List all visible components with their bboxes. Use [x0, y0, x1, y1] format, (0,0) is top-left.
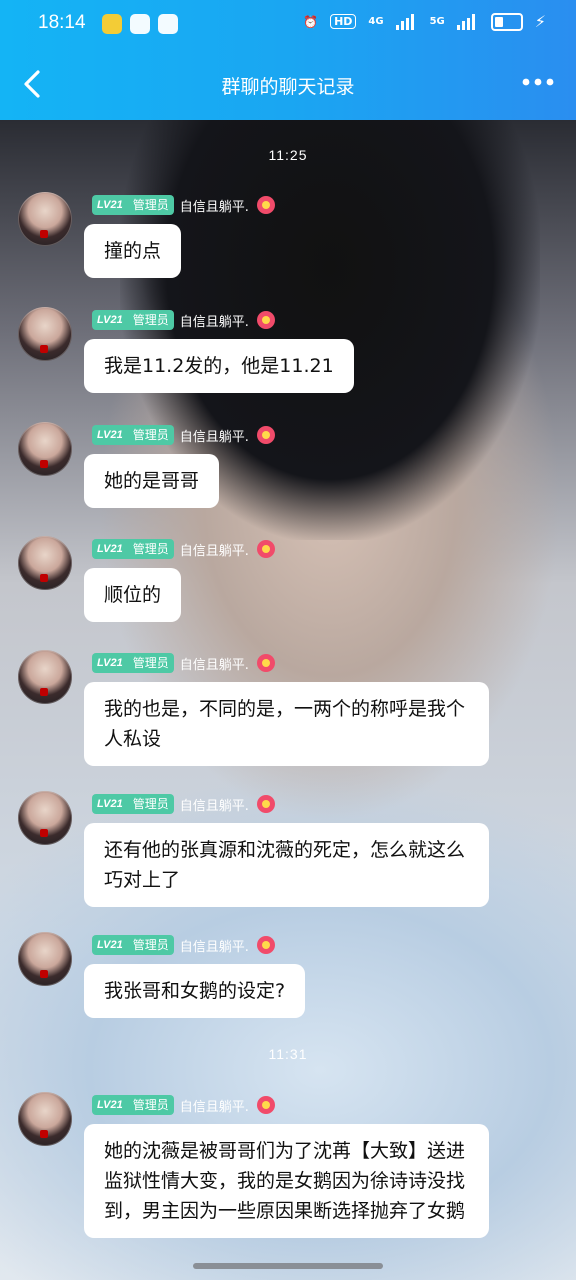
flower-icon [256, 426, 275, 444]
avatar[interactable] [18, 422, 72, 476]
message-bubble[interactable]: 我是11.2发的，他是11.21 [84, 339, 354, 393]
avatar[interactable] [18, 192, 72, 246]
sender-nickname[interactable]: 自信且躺平. [180, 936, 249, 955]
chat-timestamp: 11:25 [268, 147, 308, 163]
status-indicators: ⏰ HD 4G 5G ⚡ [303, 12, 546, 31]
sender-nickname[interactable]: 自信且躺平. [180, 196, 249, 215]
sender-meta: LV21 管理员 自信且躺平. [92, 194, 275, 216]
level-badge: LV21 [92, 425, 128, 445]
title-bar: 群聊的聊天记录 [0, 52, 576, 118]
flower-icon [256, 196, 275, 214]
sender-meta: LV21 管理员 自信且躺平. [92, 652, 275, 674]
admin-badge: 管理员 [127, 1095, 174, 1115]
avatar[interactable] [18, 650, 72, 704]
status-bar: 18:14 ⏰ HD 4G 5G ⚡ [0, 0, 576, 52]
avatar[interactable] [18, 307, 72, 361]
sender-meta: LV21 管理员 自信且躺平. [92, 309, 275, 331]
level-badge: LV21 [92, 794, 128, 814]
flower-icon [256, 311, 275, 329]
battery-icon [490, 12, 523, 31]
signal-5g-icon [456, 13, 479, 30]
home-indicator[interactable] [193, 1263, 383, 1269]
admin-badge: 管理员 [127, 935, 174, 955]
flower-icon [256, 795, 275, 813]
more-options-icon[interactable] [520, 70, 556, 94]
level-badge: LV21 [92, 195, 128, 215]
network-5g-label: 5G [429, 16, 445, 27]
network-4g-label: 4G [368, 16, 384, 27]
chat-timestamp: 11:31 [268, 1046, 308, 1062]
flower-icon [256, 654, 275, 672]
flower-icon [256, 936, 275, 954]
sender-nickname[interactable]: 自信且躺平. [180, 426, 249, 445]
level-badge: LV21 [92, 935, 128, 955]
message-bubble[interactable]: 我张哥和女鹅的设定? [84, 964, 306, 1018]
chat-history[interactable]: 11:25 LV21 管理员 自信且躺平. 撞的点 LV21 管理员 自信且躺平… [0, 120, 576, 1280]
sender-meta: LV21 管理员 自信且躺平. [92, 538, 275, 560]
app-notification-icon [102, 14, 122, 34]
sender-nickname[interactable]: 自信且躺平. [180, 654, 249, 673]
admin-badge: 管理员 [127, 195, 174, 215]
top-bar: 18:14 ⏰ HD 4G 5G ⚡ 群聊的聊天记录 [0, 0, 576, 120]
message-bubble[interactable]: 撞的点 [84, 224, 182, 278]
hd-badge: HD [330, 14, 357, 29]
app-icon [158, 14, 178, 34]
avatar[interactable] [18, 1092, 72, 1146]
admin-badge: 管理员 [127, 539, 174, 559]
status-time: 18:14 [38, 12, 86, 33]
sender-meta: LV21 管理员 自信且躺平. [92, 1094, 275, 1116]
avatar[interactable] [18, 932, 72, 986]
charging-icon: ⚡ [534, 12, 546, 31]
sender-meta: LV21 管理员 自信且躺平. [92, 793, 275, 815]
signal-4g-icon [395, 13, 418, 30]
admin-badge: 管理员 [127, 794, 174, 814]
message-bubble[interactable]: 顺位的 [84, 568, 182, 622]
admin-badge: 管理员 [127, 425, 174, 445]
flower-icon [256, 540, 275, 558]
level-badge: LV21 [92, 1095, 128, 1115]
page-title: 群聊的聊天记录 [221, 76, 355, 98]
level-badge: LV21 [92, 539, 128, 559]
message-bubble[interactable]: 我的也是，不同的是，一两个的称呼是我个人私设 [84, 682, 489, 766]
status-app-icons [102, 14, 178, 34]
wechat-icon [130, 14, 150, 34]
flower-icon [256, 1096, 275, 1114]
sender-meta: LV21 管理员 自信且躺平. [92, 424, 275, 446]
message-bubble[interactable]: 还有他的张真源和沈薇的死定，怎么就这么巧对上了 [84, 823, 489, 907]
message-bubble[interactable]: 她的是哥哥 [84, 454, 220, 508]
sender-nickname[interactable]: 自信且躺平. [180, 311, 249, 330]
alarm-icon: ⏰ [303, 14, 319, 29]
admin-badge: 管理员 [127, 653, 174, 673]
level-badge: LV21 [92, 653, 128, 673]
admin-badge: 管理员 [127, 310, 174, 330]
sender-meta: LV21 管理员 自信且躺平. [92, 934, 275, 956]
sender-nickname[interactable]: 自信且躺平. [180, 795, 249, 814]
avatar[interactable] [18, 536, 72, 590]
level-badge: LV21 [92, 310, 128, 330]
sender-nickname[interactable]: 自信且躺平. [180, 1096, 249, 1115]
sender-nickname[interactable]: 自信且躺平. [180, 540, 249, 559]
message-bubble[interactable]: 她的沈薇是被哥哥们为了沈苒【大致】送进监狱性情大变，我的是女鹅因为徐诗诗没找到，… [84, 1124, 489, 1238]
avatar[interactable] [18, 791, 72, 845]
